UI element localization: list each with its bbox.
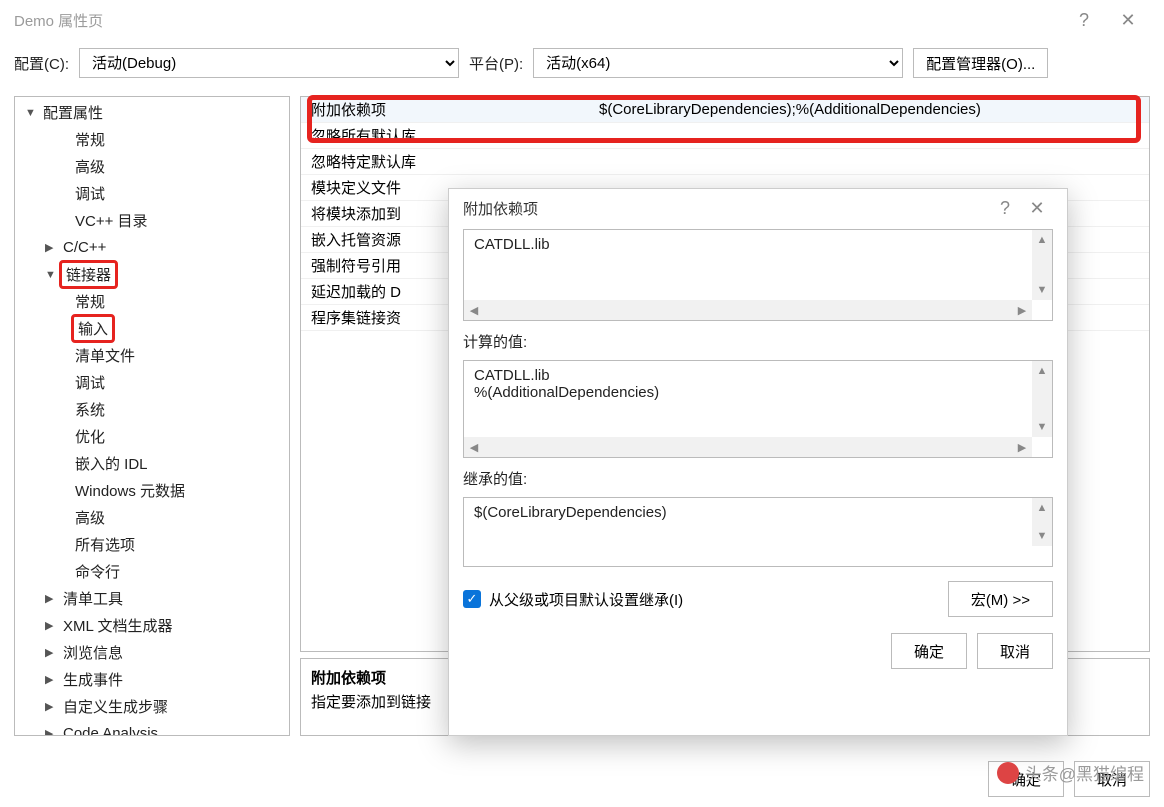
tree-linker[interactable]: ▼链接器: [15, 261, 289, 288]
tree-item[interactable]: 常规: [15, 126, 289, 153]
tree-item[interactable]: 优化: [15, 423, 289, 450]
tree-item[interactable]: 调试: [15, 369, 289, 396]
tree-item[interactable]: ▶XML 文档生成器: [15, 612, 289, 639]
scrollbar-vertical[interactable]: ▲▼: [1032, 230, 1052, 300]
platform-label: 平台(P):: [469, 53, 523, 74]
arrow-left-icon: ◀: [464, 437, 484, 457]
tree-root[interactable]: ▼配置属性: [15, 99, 289, 126]
inherited-values: $(CoreLibraryDependencies) ▲▼: [463, 497, 1053, 567]
grid-row[interactable]: 忽略特定默认库: [301, 149, 1149, 175]
toolbar: 配置(C): 活动(Debug) 平台(P): 活动(x64) 配置管理器(O)…: [0, 40, 1164, 96]
cancel-button[interactable]: 取消: [1074, 761, 1150, 797]
tree-item[interactable]: ▶清单工具: [15, 585, 289, 612]
scrollbar-vertical[interactable]: ▲▼: [1032, 498, 1052, 546]
tree-item[interactable]: 命令行: [15, 558, 289, 585]
platform-select[interactable]: 活动(x64): [533, 48, 903, 78]
tree-item[interactable]: 常规: [15, 288, 289, 315]
scrollbar-horizontal[interactable]: ◀▶: [464, 437, 1032, 457]
arrow-up-icon: ▲: [1032, 361, 1052, 381]
tree-item[interactable]: 高级: [15, 153, 289, 180]
close-icon[interactable]: ✕: [1106, 10, 1150, 31]
tree-item[interactable]: 清单文件: [15, 342, 289, 369]
tree-item[interactable]: VC++ 目录: [15, 207, 289, 234]
computed-values: CATDLL.lib %(AdditionalDependencies) ▲▼ …: [463, 360, 1053, 458]
arrow-right-icon: ▶: [1012, 300, 1032, 320]
arrow-right-icon: ▶: [1012, 437, 1032, 457]
tree-item[interactable]: ▶浏览信息: [15, 639, 289, 666]
tree-item[interactable]: 高级: [15, 504, 289, 531]
help-icon[interactable]: ?: [989, 198, 1021, 219]
macros-button[interactable]: 宏(M) >>: [948, 581, 1053, 617]
dialog-ok-button[interactable]: 确定: [891, 633, 967, 669]
arrow-down-icon: ▼: [1032, 526, 1052, 546]
tree-cc[interactable]: ▶C/C++: [15, 234, 289, 261]
footer-buttons: 确定 取消: [988, 761, 1150, 797]
config-manager-button[interactable]: 配置管理器(O)...: [913, 48, 1048, 78]
tree-item[interactable]: Windows 元数据: [15, 477, 289, 504]
grid-row[interactable]: 附加依赖项$(CoreLibraryDependencies);%(Additi…: [301, 97, 1149, 123]
arrow-up-icon: ▲: [1032, 498, 1052, 518]
arrow-down-icon: ▼: [1032, 280, 1052, 300]
grid-row[interactable]: 忽略所有默认库: [301, 123, 1149, 149]
config-tree[interactable]: ▼配置属性 常规 高级 调试 VC++ 目录 ▶C/C++ ▼链接器 常规 输入…: [14, 96, 290, 736]
dialog-cancel-button[interactable]: 取消: [977, 633, 1053, 669]
additional-deps-dialog: 附加依赖项 ? ✕ CATDLL.lib ▲▼ ◀▶ 计算的值: CATDLL.…: [448, 188, 1068, 736]
inherit-label: 从父级或项目默认设置继承(I): [489, 589, 683, 610]
arrow-left-icon: ◀: [464, 300, 484, 320]
dialog-titlebar: 附加依赖项 ? ✕: [449, 189, 1067, 227]
titlebar: Demo 属性页 ? ✕: [0, 0, 1164, 40]
dialog-title: 附加依赖项: [463, 198, 538, 219]
inherit-checkbox[interactable]: ✓: [463, 590, 481, 608]
help-icon[interactable]: ?: [1062, 10, 1106, 31]
tree-item[interactable]: ▶Code Analysis: [15, 720, 289, 736]
scrollbar-horizontal[interactable]: ◀▶: [464, 300, 1032, 320]
arrow-up-icon: ▲: [1032, 230, 1052, 250]
scrollbar-vertical[interactable]: ▲▼: [1032, 361, 1052, 437]
tree-item[interactable]: ▶自定义生成步骤: [15, 693, 289, 720]
config-select[interactable]: 活动(Debug): [79, 48, 459, 78]
edit-textarea[interactable]: CATDLL.lib ▲▼ ◀▶: [463, 229, 1053, 321]
tree-item-input[interactable]: 输入: [15, 315, 289, 342]
close-icon[interactable]: ✕: [1021, 198, 1053, 219]
tree-item[interactable]: ▶生成事件: [15, 666, 289, 693]
tree-item[interactable]: 系统: [15, 396, 289, 423]
tree-item[interactable]: 所有选项: [15, 531, 289, 558]
tree-item[interactable]: 调试: [15, 180, 289, 207]
arrow-down-icon: ▼: [1032, 417, 1052, 437]
computed-label: 计算的值:: [463, 331, 1053, 352]
tree-item[interactable]: 嵌入的 IDL: [15, 450, 289, 477]
inherited-label: 继承的值:: [463, 468, 1053, 489]
ok-button[interactable]: 确定: [988, 761, 1064, 797]
config-label: 配置(C):: [14, 53, 69, 74]
window-title: Demo 属性页: [14, 10, 103, 31]
